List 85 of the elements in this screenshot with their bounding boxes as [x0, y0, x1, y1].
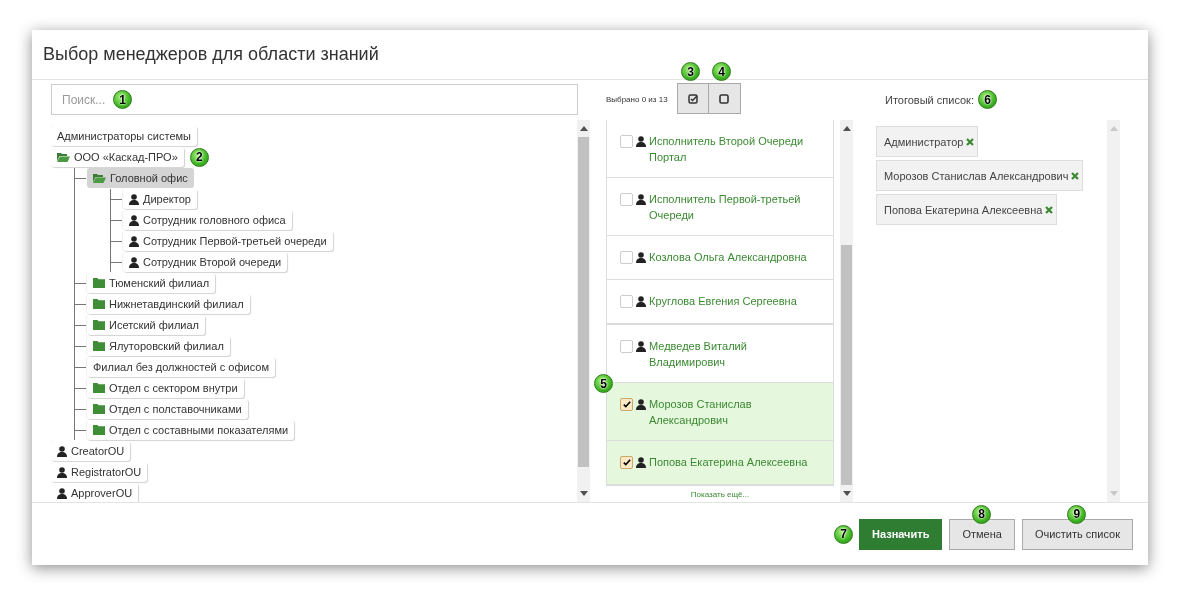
- callout-badge: 6: [978, 90, 997, 109]
- tree-node[interactable]: CreatorOU: [51, 441, 131, 461]
- tree-node[interactable]: Тюменский филиал: [87, 273, 216, 293]
- person-icon: [636, 399, 646, 410]
- folder-icon: [93, 341, 105, 351]
- remove-icon[interactable]: [966, 137, 975, 146]
- person-name: Исполнитель Второй Очереди Портал: [649, 134, 805, 165]
- callout-badge: 7: [833, 524, 853, 544]
- person-name: Козлова Ольга Александровна: [649, 250, 807, 265]
- deselect-all-button[interactable]: [708, 83, 741, 114]
- callout-badge: 8: [972, 504, 992, 524]
- person-icon: [57, 445, 67, 457]
- callout-badge: 2: [189, 147, 209, 167]
- checkbox[interactable]: [620, 193, 633, 206]
- remove-icon[interactable]: [1045, 205, 1054, 214]
- tree-node[interactable]: Отдел с составными показателями: [87, 420, 295, 440]
- folder-icon: [93, 173, 106, 183]
- square-icon: [719, 93, 730, 104]
- person-icon: [636, 194, 646, 205]
- scrollbar[interactable]: [840, 120, 853, 502]
- tree-node[interactable]: Головной офис: [87, 168, 194, 188]
- callout-badge: 3: [681, 62, 700, 81]
- dialog-title: Выбор менеджеров для области знаний: [43, 44, 379, 65]
- tree-node[interactable]: RegistratorOU: [51, 462, 148, 482]
- person-name: Исполнитель Первой-третьей Очереди: [649, 192, 802, 223]
- person-icon: [57, 487, 67, 499]
- folder-icon: [93, 320, 105, 330]
- checkbox[interactable]: [620, 295, 633, 308]
- tree-node[interactable]: Отдел с сектором внутри: [87, 378, 244, 398]
- person-icon: [57, 466, 67, 478]
- person-icon: [129, 235, 139, 247]
- folder-icon: [57, 152, 70, 162]
- remove-icon[interactable]: [1071, 171, 1080, 180]
- folder-icon: [93, 425, 105, 435]
- person-icon: [636, 457, 646, 468]
- tree-node[interactable]: ООО «Каскад-ПРО»: [51, 147, 184, 167]
- selected-tag: Морозов Станислав Александрович: [876, 160, 1084, 191]
- action-button[interactable]: Отмена: [949, 518, 1015, 550]
- tree-node[interactable]: Филиал без должностей с офисом: [87, 357, 275, 377]
- person-icon: [636, 341, 646, 352]
- tree-node[interactable]: Сотрудник Второй очереди: [123, 252, 288, 272]
- show-more-link[interactable]: Показать ещё...: [690, 490, 750, 499]
- tree-node[interactable]: Ялуторовский филиал: [87, 336, 230, 356]
- person-row[interactable]: Медведев Виталий Владимирович: [607, 324, 833, 383]
- person-icon: [636, 136, 646, 147]
- tree-node[interactable]: Администраторы системы: [51, 126, 197, 146]
- tree-node[interactable]: Нижнетавдинский филиал: [87, 294, 250, 314]
- person-name: Медведев Виталий Владимирович: [649, 339, 748, 370]
- callout-badge: 9: [1067, 504, 1087, 524]
- folder-icon: [93, 278, 105, 288]
- person-name: Попова Екатерина Алексеевна: [649, 455, 808, 470]
- checkbox[interactable]: [620, 398, 633, 411]
- folder-icon: [93, 383, 105, 393]
- tree-node[interactable]: Директор: [123, 189, 197, 209]
- scrollbar[interactable]: [577, 120, 590, 502]
- scrollbar[interactable]: [1107, 120, 1120, 502]
- selected-tag: Администратор: [876, 126, 979, 157]
- checkbox[interactable]: [620, 135, 633, 148]
- tree-node[interactable]: Сотрудник головного офиса: [123, 210, 292, 230]
- person-icon: [129, 214, 139, 226]
- checkbox[interactable]: [620, 456, 633, 469]
- folder-icon: [93, 299, 105, 309]
- checkbox-icon: [687, 93, 698, 104]
- checkbox[interactable]: [620, 251, 633, 264]
- tree-node[interactable]: ApproverOU: [51, 483, 139, 502]
- checkbox[interactable]: [620, 340, 633, 353]
- folder-icon: [93, 404, 105, 414]
- person-icon: [129, 256, 139, 268]
- tree-node[interactable]: Исетский филиал: [87, 315, 206, 335]
- person-row[interactable]: Морозов Станислав Александрович: [607, 383, 833, 441]
- select-all-button[interactable]: [676, 83, 709, 114]
- callout-badge: 4: [712, 62, 731, 81]
- selection-counter: Выбрано 0 из 13: [606, 95, 668, 104]
- person-icon: [636, 296, 646, 307]
- tree-node[interactable]: Отдел с полставочниками: [87, 399, 248, 419]
- action-button[interactable]: Очистить список: [1021, 518, 1133, 550]
- person-name: Круглова Евгения Сергеевна: [649, 294, 797, 309]
- person-icon: [636, 252, 646, 263]
- tree-node[interactable]: Сотрудник Первой-третьей очереди: [123, 231, 333, 251]
- person-row[interactable]: Попова Екатерина Алексеевна: [607, 441, 833, 485]
- action-button[interactable]: Назначить: [858, 518, 943, 550]
- final-list-label: Итоговый список:: [885, 93, 974, 106]
- person-icon: [129, 193, 139, 205]
- person-name: Морозов Станислав Александрович: [649, 397, 753, 428]
- selected-tag: Попова Екатерина Алексеевна: [876, 194, 1058, 225]
